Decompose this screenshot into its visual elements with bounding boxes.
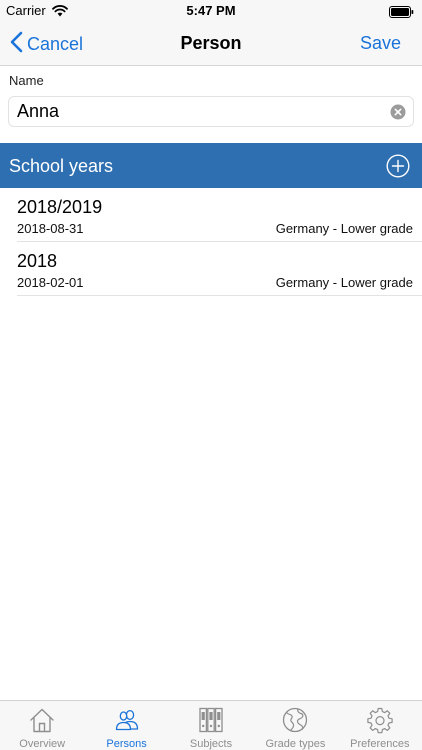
name-label: Name [9,73,44,88]
status-bar: Carrier 5:47 PM [0,0,422,22]
tab-bar: Overview Persons Subjects Grade types Pr… [0,700,422,750]
tab-label: Overview [19,738,66,750]
school-year-name: 2018/2019 [17,197,103,217]
school-years-header: School years [0,143,422,188]
divider [17,295,422,296]
tab-label: Grade types [265,738,326,750]
clear-text-icon[interactable] [390,104,406,125]
tab-label: Persons [106,738,147,750]
school-year-grade: Germany - Lower grade [275,221,413,236]
school-year-grade: Germany - Lower grade [275,275,413,290]
school-year-date: 2018-02-01 [17,275,84,290]
save-button[interactable]: Save [360,33,401,54]
school-year-name: 2018 [17,251,58,271]
name-field[interactable] [17,97,387,126]
battery-icon [389,5,414,23]
tab-overview[interactable]: Overview [0,701,84,750]
tab-grade-types[interactable]: Grade types [253,701,337,750]
tab-preferences[interactable]: Preferences [338,701,422,750]
list-item[interactable]: 2018/2019 2018-08-31 Germany - Lower gra… [0,188,422,242]
tab-subjects[interactable]: Subjects [169,701,253,750]
navigation-bar: Cancel Person Save [0,22,422,66]
tab-label: Subjects [189,738,233,750]
tab-label: Preferences [350,738,410,750]
add-school-year-icon[interactable] [386,154,410,183]
name-field-container [8,96,414,127]
tab-persons[interactable]: Persons [84,701,168,750]
list-item[interactable]: 2018 2018-02-01 Germany - Lower grade [0,242,422,296]
section-title: School years [9,156,114,176]
status-time: 5:47 PM [186,3,236,18]
page-title: Person [180,33,242,53]
school-year-date: 2018-08-31 [17,221,84,236]
